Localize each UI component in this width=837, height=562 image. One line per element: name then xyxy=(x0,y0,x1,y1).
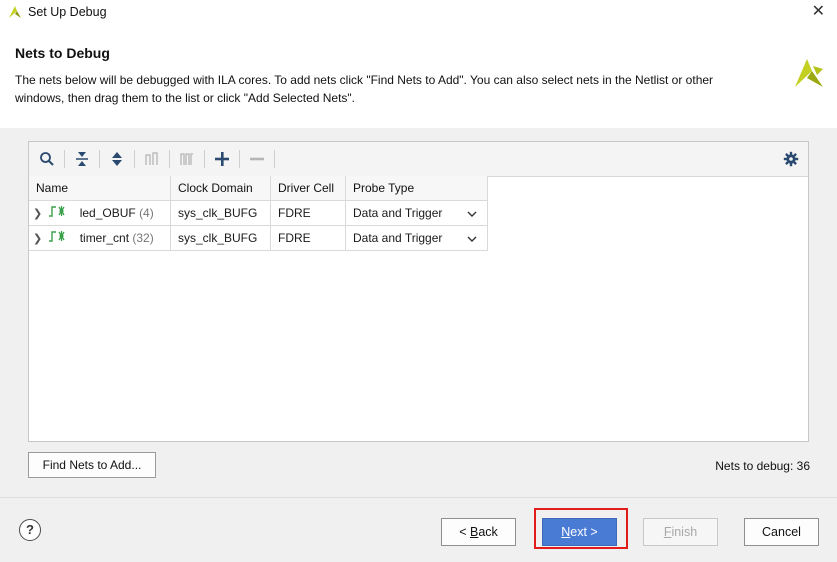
net-bit-count: (4) xyxy=(139,206,154,220)
back-button[interactable]: < Back xyxy=(441,518,516,546)
toolbar-separator xyxy=(64,150,65,168)
net-filter-icon xyxy=(143,150,161,168)
debug-net-icon xyxy=(48,201,72,225)
clock-domain-cell: sys_clk_BUFG xyxy=(171,226,271,251)
chevron-down-icon[interactable] xyxy=(467,201,477,225)
driver-cell-cell: FDRE xyxy=(271,226,346,251)
window-title: Set Up Debug xyxy=(28,5,107,19)
probe-type-value: Data and Trigger xyxy=(353,231,443,245)
close-icon[interactable]: ✕ xyxy=(812,2,825,22)
debug-net-icon xyxy=(48,226,72,250)
back-button-prefix: < xyxy=(459,525,470,539)
search-icon[interactable] xyxy=(38,150,56,168)
page-description: The nets below will be debugged with ILA… xyxy=(15,73,714,105)
column-header-probe-type[interactable]: Probe Type xyxy=(346,176,488,201)
probe-type-value: Data and Trigger xyxy=(353,206,443,220)
next-button-label: ext > xyxy=(570,525,598,539)
table-header: Name Clock Domain Driver Cell Probe Type xyxy=(29,176,488,201)
gear-icon[interactable] xyxy=(782,150,800,168)
net-name-cell: ❯ timer_cnt (32) xyxy=(29,226,171,251)
find-nets-to-add-button[interactable]: Find Nets to Add... xyxy=(28,452,156,478)
net-name: timer_cnt xyxy=(79,231,130,245)
net-bit-count: (32) xyxy=(132,231,154,245)
chevron-right-icon[interactable]: ❯ xyxy=(33,202,45,225)
table-row[interactable]: ❯ led_OBUF (4) sys_clk_BUFG FDRE Data an… xyxy=(29,201,488,226)
vivado-logo-icon xyxy=(8,5,22,19)
wizard-header: Nets to Debug The nets below will be deb… xyxy=(0,24,837,128)
column-header-driver-cell[interactable]: Driver Cell xyxy=(271,176,346,201)
page-title: Nets to Debug xyxy=(15,45,110,61)
finish-button-label: inish xyxy=(671,525,698,539)
net-name: led_OBUF xyxy=(79,206,136,220)
nets-toolbar xyxy=(29,142,808,177)
toolbar-separator xyxy=(169,150,170,168)
remove-icon xyxy=(248,150,266,168)
driver-cell-cell: FDRE xyxy=(271,201,346,226)
chevron-right-icon[interactable]: ❯ xyxy=(33,227,45,250)
footer-divider xyxy=(0,497,837,498)
vivado-logo-icon xyxy=(793,57,825,92)
probe-type-select[interactable]: Data and Trigger xyxy=(346,201,488,226)
toolbar-separator xyxy=(204,150,205,168)
toolbar-separator xyxy=(99,150,100,168)
probe-type-select[interactable]: Data and Trigger xyxy=(346,226,488,251)
chevron-down-icon[interactable] xyxy=(467,226,477,250)
column-header-clock-domain[interactable]: Clock Domain xyxy=(171,176,271,201)
column-header-name[interactable]: Name xyxy=(29,176,171,201)
cancel-button[interactable]: Cancel xyxy=(744,518,819,546)
back-button-label: ack xyxy=(478,525,498,539)
window-title-bar: Set Up Debug ✕ xyxy=(0,0,837,24)
clock-domain-cell: sys_clk_BUFG xyxy=(171,201,271,226)
net-name-cell: ❯ led_OBUF (4) xyxy=(29,201,171,226)
table-row[interactable]: ❯ timer_cnt (32) sys_clk_BUFG FDRE Data … xyxy=(29,226,488,251)
expand-all-icon[interactable] xyxy=(108,150,126,168)
nets-to-debug-count: Nets to debug: 36 xyxy=(715,459,810,473)
toolbar-separator xyxy=(134,150,135,168)
help-button[interactable]: ? xyxy=(19,519,41,541)
next-button[interactable]: Next > xyxy=(542,518,617,546)
bus-icon xyxy=(178,150,196,168)
toolbar-separator xyxy=(274,150,275,168)
finish-button: Finish xyxy=(643,518,718,546)
collapse-all-icon[interactable] xyxy=(73,150,91,168)
add-icon[interactable] xyxy=(213,150,231,168)
next-button-accelerator: N xyxy=(561,525,571,539)
toolbar-separator xyxy=(239,150,240,168)
nets-panel: Name Clock Domain Driver Cell Probe Type… xyxy=(28,141,809,442)
